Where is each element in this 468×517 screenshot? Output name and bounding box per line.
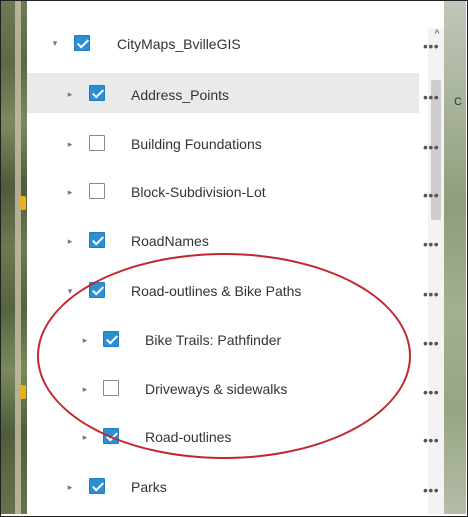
layer-visibility-checkbox[interactable] <box>89 85 105 101</box>
map-road <box>15 1 21 514</box>
layer-row-driveways-sidewalks[interactable]: ▸ Driveways & sidewalks ••• <box>27 370 439 406</box>
layer-visibility-checkbox[interactable] <box>89 282 105 298</box>
map-marker <box>20 385 26 399</box>
expand-chevron-icon[interactable]: ▸ <box>80 335 90 345</box>
layer-visibility-checkbox[interactable] <box>103 380 119 396</box>
layer-visibility-checkbox[interactable] <box>89 478 105 494</box>
layer-label: Block-Subdivision-Lot <box>131 184 266 200</box>
layer-label: Bike Trails: Pathfinder <box>145 332 282 348</box>
expand-chevron-icon[interactable]: ▸ <box>80 432 90 442</box>
layer-label: Driveways & sidewalks <box>145 381 288 397</box>
expand-chevron-icon[interactable]: ▸ <box>65 482 75 492</box>
layer-label: RoadNames <box>131 233 209 249</box>
layer-label: Building Foundations <box>131 136 262 152</box>
layer-options-more-icon[interactable]: ••• <box>423 432 439 448</box>
layer-row-parks[interactable]: ▸ Parks ••• <box>27 468 439 504</box>
layer-label: Parks <box>131 479 167 495</box>
expand-chevron-icon[interactable]: ▸ <box>65 236 75 246</box>
layer-row-roadnames[interactable]: ▸ RoadNames ••• <box>27 222 439 258</box>
collapse-chevron-icon[interactable]: ▾ <box>65 286 75 296</box>
map-label-fragment: C <box>454 96 462 108</box>
layer-visibility-checkbox[interactable] <box>89 135 105 151</box>
expand-chevron-icon[interactable]: ▸ <box>65 187 75 197</box>
map-marker <box>20 196 26 210</box>
layer-label: Road-outlines <box>145 429 232 445</box>
layer-row-citymaps[interactable]: ▾ CityMaps_BvilleGIS ••• <box>27 25 439 61</box>
layer-row-bike-trails-pathfinder[interactable]: ▸ Bike Trails: Pathfinder ••• <box>27 321 439 357</box>
layer-options-more-icon[interactable]: ••• <box>423 89 439 105</box>
layer-visibility-checkbox[interactable] <box>103 331 119 347</box>
layer-visibility-checkbox[interactable] <box>74 35 90 51</box>
expand-chevron-icon[interactable]: ▸ <box>65 89 75 99</box>
collapse-chevron-icon[interactable]: ▾ <box>50 38 60 48</box>
layer-options-more-icon[interactable]: ••• <box>423 38 439 54</box>
layer-visibility-checkbox[interactable] <box>103 428 119 444</box>
map-background-left <box>1 1 27 514</box>
layer-row-road-outlines-bike-paths[interactable]: ▾ Road-outlines & Bike Paths ••• <box>27 272 439 308</box>
layer-row-block-subdivision-lot[interactable]: ▸ Block-Subdivision-Lot ••• <box>27 173 439 209</box>
expand-chevron-icon[interactable]: ▸ <box>80 384 90 394</box>
layer-row-building-foundations[interactable]: ▸ Building Foundations ••• <box>27 125 439 161</box>
layer-options-more-icon[interactable]: ••• <box>423 482 439 498</box>
layer-options-more-icon[interactable]: ••• <box>423 187 439 203</box>
layer-label: CityMaps_BvilleGIS <box>117 36 241 52</box>
layer-row-road-outlines[interactable]: ▸ Road-outlines ••• <box>27 418 439 454</box>
layer-options-more-icon[interactable]: ••• <box>423 139 439 155</box>
layer-visibility-checkbox[interactable] <box>89 183 105 199</box>
layer-label: Address_Points <box>131 87 230 103</box>
layer-visibility-checkbox[interactable] <box>89 232 105 248</box>
layer-row-address-points[interactable]: ▸ Address_Points ••• <box>27 73 439 113</box>
layer-options-more-icon[interactable]: ••• <box>423 335 439 351</box>
expand-chevron-icon[interactable]: ▸ <box>65 139 75 149</box>
map-background-right: C <box>444 1 466 514</box>
layer-options-more-icon[interactable]: ••• <box>423 286 439 302</box>
layer-options-more-icon[interactable]: ••• <box>423 384 439 400</box>
layer-options-more-icon[interactable]: ••• <box>423 236 439 252</box>
layer-label: Road-outlines & Bike Paths <box>131 283 302 299</box>
